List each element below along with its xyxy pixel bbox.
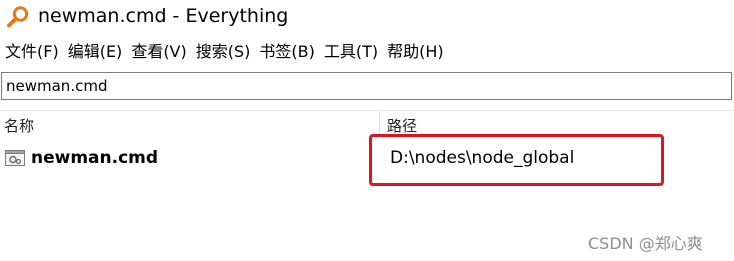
- menu-bar: 文件(F) 编辑(E) 查看(V) 搜索(S) 书签(B) 工具(T) 帮助(H…: [0, 38, 734, 66]
- menu-view[interactable]: 查看(V): [127, 38, 191, 66]
- menu-file[interactable]: 文件(F): [0, 38, 64, 66]
- cmd-file-icon: [5, 150, 25, 166]
- window-title: newman.cmd - Everything: [38, 5, 289, 27]
- search-input[interactable]: [1, 72, 732, 100]
- title-bar: newman.cmd - Everything: [0, 0, 734, 34]
- menu-edit[interactable]: 编辑(E): [64, 38, 128, 66]
- menu-tools[interactable]: 工具(T): [320, 38, 383, 66]
- watermark: CSDN @郑心爽: [588, 234, 703, 253]
- annotation-highlight-box: [369, 134, 664, 186]
- column-header-name[interactable]: 名称: [4, 111, 376, 137]
- result-name: newman.cmd: [31, 148, 159, 168]
- menu-bookmarks[interactable]: 书签(B): [255, 38, 319, 66]
- menu-help[interactable]: 帮助(H): [383, 38, 449, 66]
- magnifier-icon: [7, 6, 29, 28]
- menu-search[interactable]: 搜索(S): [192, 38, 256, 66]
- column-headers: 名称 路径: [0, 110, 734, 137]
